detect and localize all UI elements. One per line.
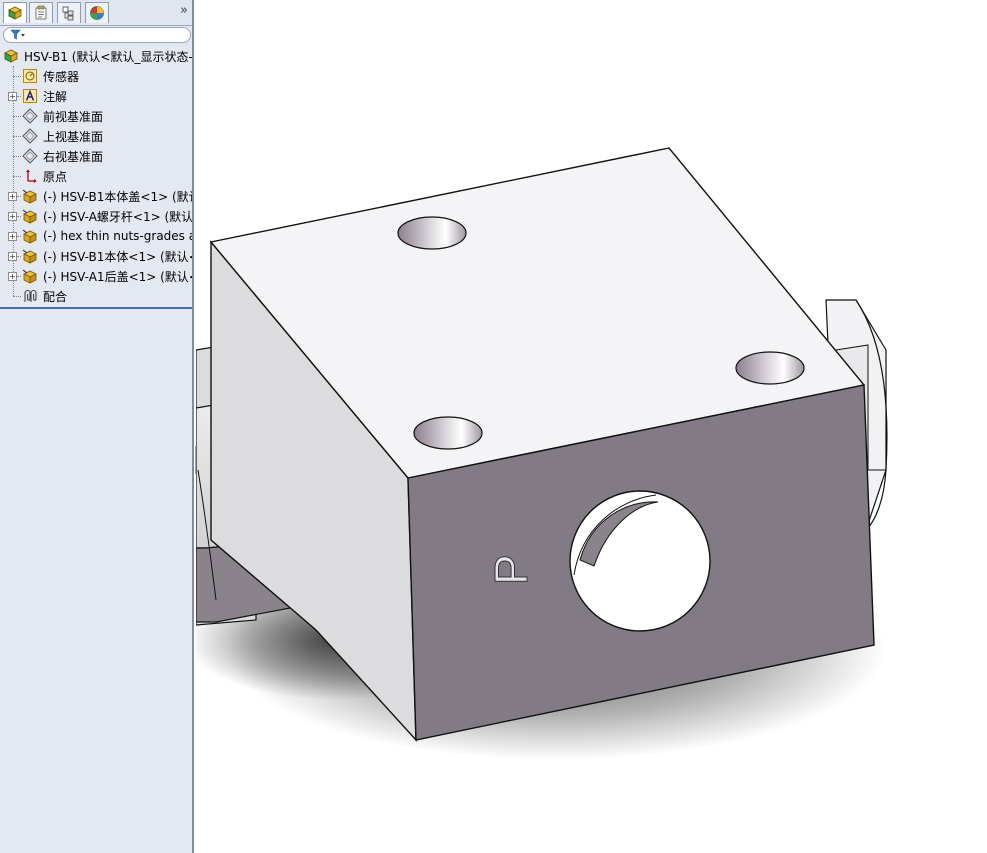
tree-item-top-plane[interactable]: 上视基准面 (0, 126, 192, 146)
tree-item-label: (-) HSV-B1本体盖<1> (默认 (43, 189, 194, 204)
tree-connector (17, 216, 21, 217)
tree-item-component[interactable]: + (-) HSV-A螺牙杆<1> (默认< (0, 206, 194, 226)
tree-connector (13, 296, 21, 297)
plane-icon (22, 108, 38, 124)
tree-item-label: 右视基准面 (43, 149, 104, 164)
tree-item-sensors[interactable]: 传感器 (0, 66, 192, 86)
tree-connector (17, 96, 21, 97)
tree-item-label: (-) hex thin nuts-grades ab (43, 229, 194, 243)
expand-toggle[interactable]: + (8, 92, 17, 101)
tree-connector (17, 196, 21, 197)
tree-connector (13, 156, 21, 157)
bolt-hole (735, 351, 805, 385)
property-manager-icon (35, 5, 47, 20)
tab-display-manager[interactable] (85, 2, 109, 23)
expand-toggle[interactable]: + (8, 192, 17, 201)
expand-toggle[interactable]: + (8, 212, 17, 221)
sensor-icon (23, 69, 37, 83)
filter-icon (10, 29, 25, 40)
tree-connector (13, 176, 21, 177)
port-bore (569, 490, 711, 632)
expand-panel-button[interactable]: » (180, 3, 188, 18)
tree-connector (13, 136, 21, 137)
tree-item-origin[interactable]: 原点 (0, 166, 192, 186)
tree-item-label: 前视基准面 (43, 109, 104, 124)
feature-manager-panel: » HSV-B1 (默认<默认_显示状态- 传感器 + 注解 前视基准面 上视基… (0, 0, 194, 853)
tree-root-assembly[interactable]: HSV-B1 (默认<默认_显示状态- (0, 46, 193, 66)
tree-item-component[interactable]: + (-) HSV-B1本体<1> (默认< (0, 246, 194, 266)
mates-icon (24, 289, 37, 302)
assembly-icon (4, 49, 18, 63)
annotation-icon (23, 89, 37, 103)
part-icon (22, 209, 37, 224)
bolt-hole (413, 416, 483, 450)
tree-connector (13, 116, 21, 117)
graphics-viewport[interactable]: P (196, 0, 987, 853)
tree-connector (13, 76, 21, 77)
engraved-port-label: P (485, 554, 537, 585)
configuration-manager-icon (62, 6, 74, 21)
origin-icon (26, 169, 37, 183)
tree-item-mates[interactable]: 配合 (0, 286, 192, 306)
tree-item-label: 传感器 (43, 69, 80, 84)
expand-toggle[interactable]: + (8, 232, 17, 241)
expand-toggle[interactable]: + (8, 252, 17, 261)
tree-item-component[interactable]: + (-) HSV-B1本体盖<1> (默认 (0, 186, 194, 206)
tree-item-label: (-) HSV-A螺牙杆<1> (默认< (43, 209, 194, 224)
panel-separator (0, 307, 192, 309)
plane-icon (22, 148, 38, 164)
tab-feature-manager[interactable] (3, 2, 27, 23)
tree-item-component[interactable]: + (-) hex thin nuts-grades ab (0, 226, 194, 246)
tree-item-label: (-) HSV-B1本体<1> (默认< (43, 249, 194, 264)
plane-icon (22, 128, 38, 144)
tab-property-manager[interactable] (29, 2, 53, 23)
tree-item-label: 上视基准面 (43, 129, 104, 144)
bolt-hole (397, 216, 467, 250)
expand-toggle[interactable]: + (8, 272, 17, 281)
part-icon (22, 269, 37, 284)
display-manager-icon (90, 6, 104, 20)
tree-item-label: 注解 (43, 89, 68, 104)
tree-root-label: HSV-B1 (默认<默认_显示状态- (24, 49, 193, 64)
tree-connector (17, 256, 21, 257)
part-icon (22, 249, 37, 264)
tree-connector (17, 276, 21, 277)
manager-tab-bar: » (0, 0, 192, 26)
tree-item-label: 原点 (43, 169, 68, 184)
tree-filter-input[interactable] (3, 27, 191, 43)
tree-connector (17, 236, 21, 237)
tree-item-component[interactable]: + (-) HSV-A1后盖<1> (默认< (0, 266, 194, 286)
tree-item-annotations[interactable]: + 注解 (0, 86, 192, 106)
tree-item-front-plane[interactable]: 前视基准面 (0, 106, 192, 126)
part-icon (22, 229, 37, 244)
tree-item-label: (-) HSV-A1后盖<1> (默认< (43, 269, 194, 284)
feature-manager-icon (8, 6, 22, 20)
tree-item-right-plane[interactable]: 右视基准面 (0, 146, 192, 166)
tab-configuration-manager[interactable] (57, 2, 81, 23)
tree-item-label: 配合 (43, 289, 68, 304)
part-icon (22, 189, 37, 204)
